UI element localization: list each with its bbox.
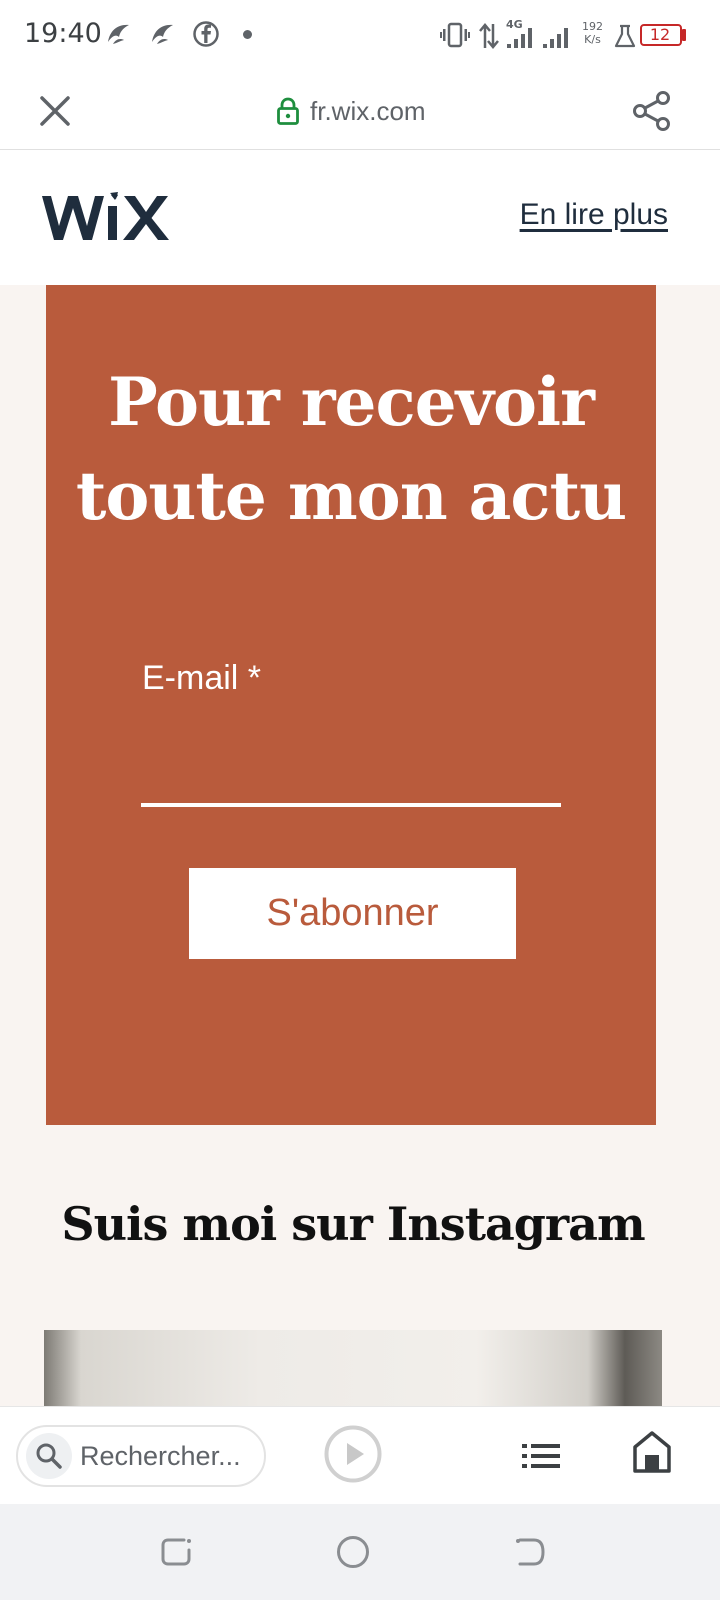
notification-dot	[243, 30, 252, 39]
search-input[interactable]: Rechercher...	[16, 1425, 266, 1487]
network-speed-unit: K/s	[584, 33, 601, 46]
signal-icon	[543, 28, 568, 48]
subscribe-button[interactable]: S'abonner	[189, 868, 516, 959]
email-label: E-mail *	[142, 659, 262, 697]
network-speed-value: 192	[582, 20, 603, 33]
instagram-image[interactable]	[44, 1330, 662, 1406]
read-more-link[interactable]: En lire plus	[520, 198, 668, 232]
battery-icon: 12	[640, 24, 682, 46]
newsletter-heading: Pour recevoir toute mon actu	[75, 363, 627, 535]
recents-icon[interactable]	[156, 1532, 196, 1572]
home-icon[interactable]	[632, 1429, 672, 1475]
app-notification-icon	[152, 24, 173, 44]
browser-url-bar: fr.wix.com	[0, 72, 720, 150]
network-speed: 192 K/s	[582, 20, 603, 46]
facebook-icon	[193, 21, 219, 47]
battery-tip	[682, 29, 686, 41]
page-content: Pour recevoir toute mon actu E-mail * S'…	[0, 285, 720, 1406]
flask-icon	[614, 24, 636, 48]
vibrate-icon	[440, 22, 470, 48]
newsletter-section: Pour recevoir toute mon actu E-mail * S'…	[46, 285, 656, 1125]
system-navigation-bar	[0, 1504, 720, 1600]
back-icon[interactable]	[510, 1532, 550, 1572]
instagram-heading: Suis moi sur Instagram	[61, 1197, 645, 1251]
status-time: 19:40	[24, 18, 102, 49]
lock-icon	[277, 97, 299, 125]
signal-icon	[507, 28, 532, 48]
url-display[interactable]: fr.wix.com	[276, 92, 426, 130]
browser-bottom-toolbar: Rechercher...	[0, 1406, 720, 1504]
wix-logo[interactable]	[40, 188, 180, 246]
status-bar: 19:40 4G 192 K/s 12	[0, 0, 720, 72]
home-circle-icon[interactable]	[333, 1532, 373, 1572]
battery-level: 12	[649, 25, 671, 44]
url-domain: fr.wix.com	[310, 95, 426, 126]
data-transfer-icon	[479, 23, 499, 49]
site-header: En lire plus	[0, 150, 720, 285]
app-notification-icon	[108, 24, 129, 44]
search-icon	[26, 1433, 72, 1479]
close-icon[interactable]	[36, 92, 74, 130]
search-placeholder: Rechercher...	[80, 1441, 241, 1471]
share-icon[interactable]	[632, 90, 672, 132]
play-icon[interactable]	[324, 1425, 382, 1483]
search-glyph	[36, 1443, 62, 1469]
email-field[interactable]	[141, 725, 561, 807]
list-icon[interactable]	[520, 1435, 562, 1477]
